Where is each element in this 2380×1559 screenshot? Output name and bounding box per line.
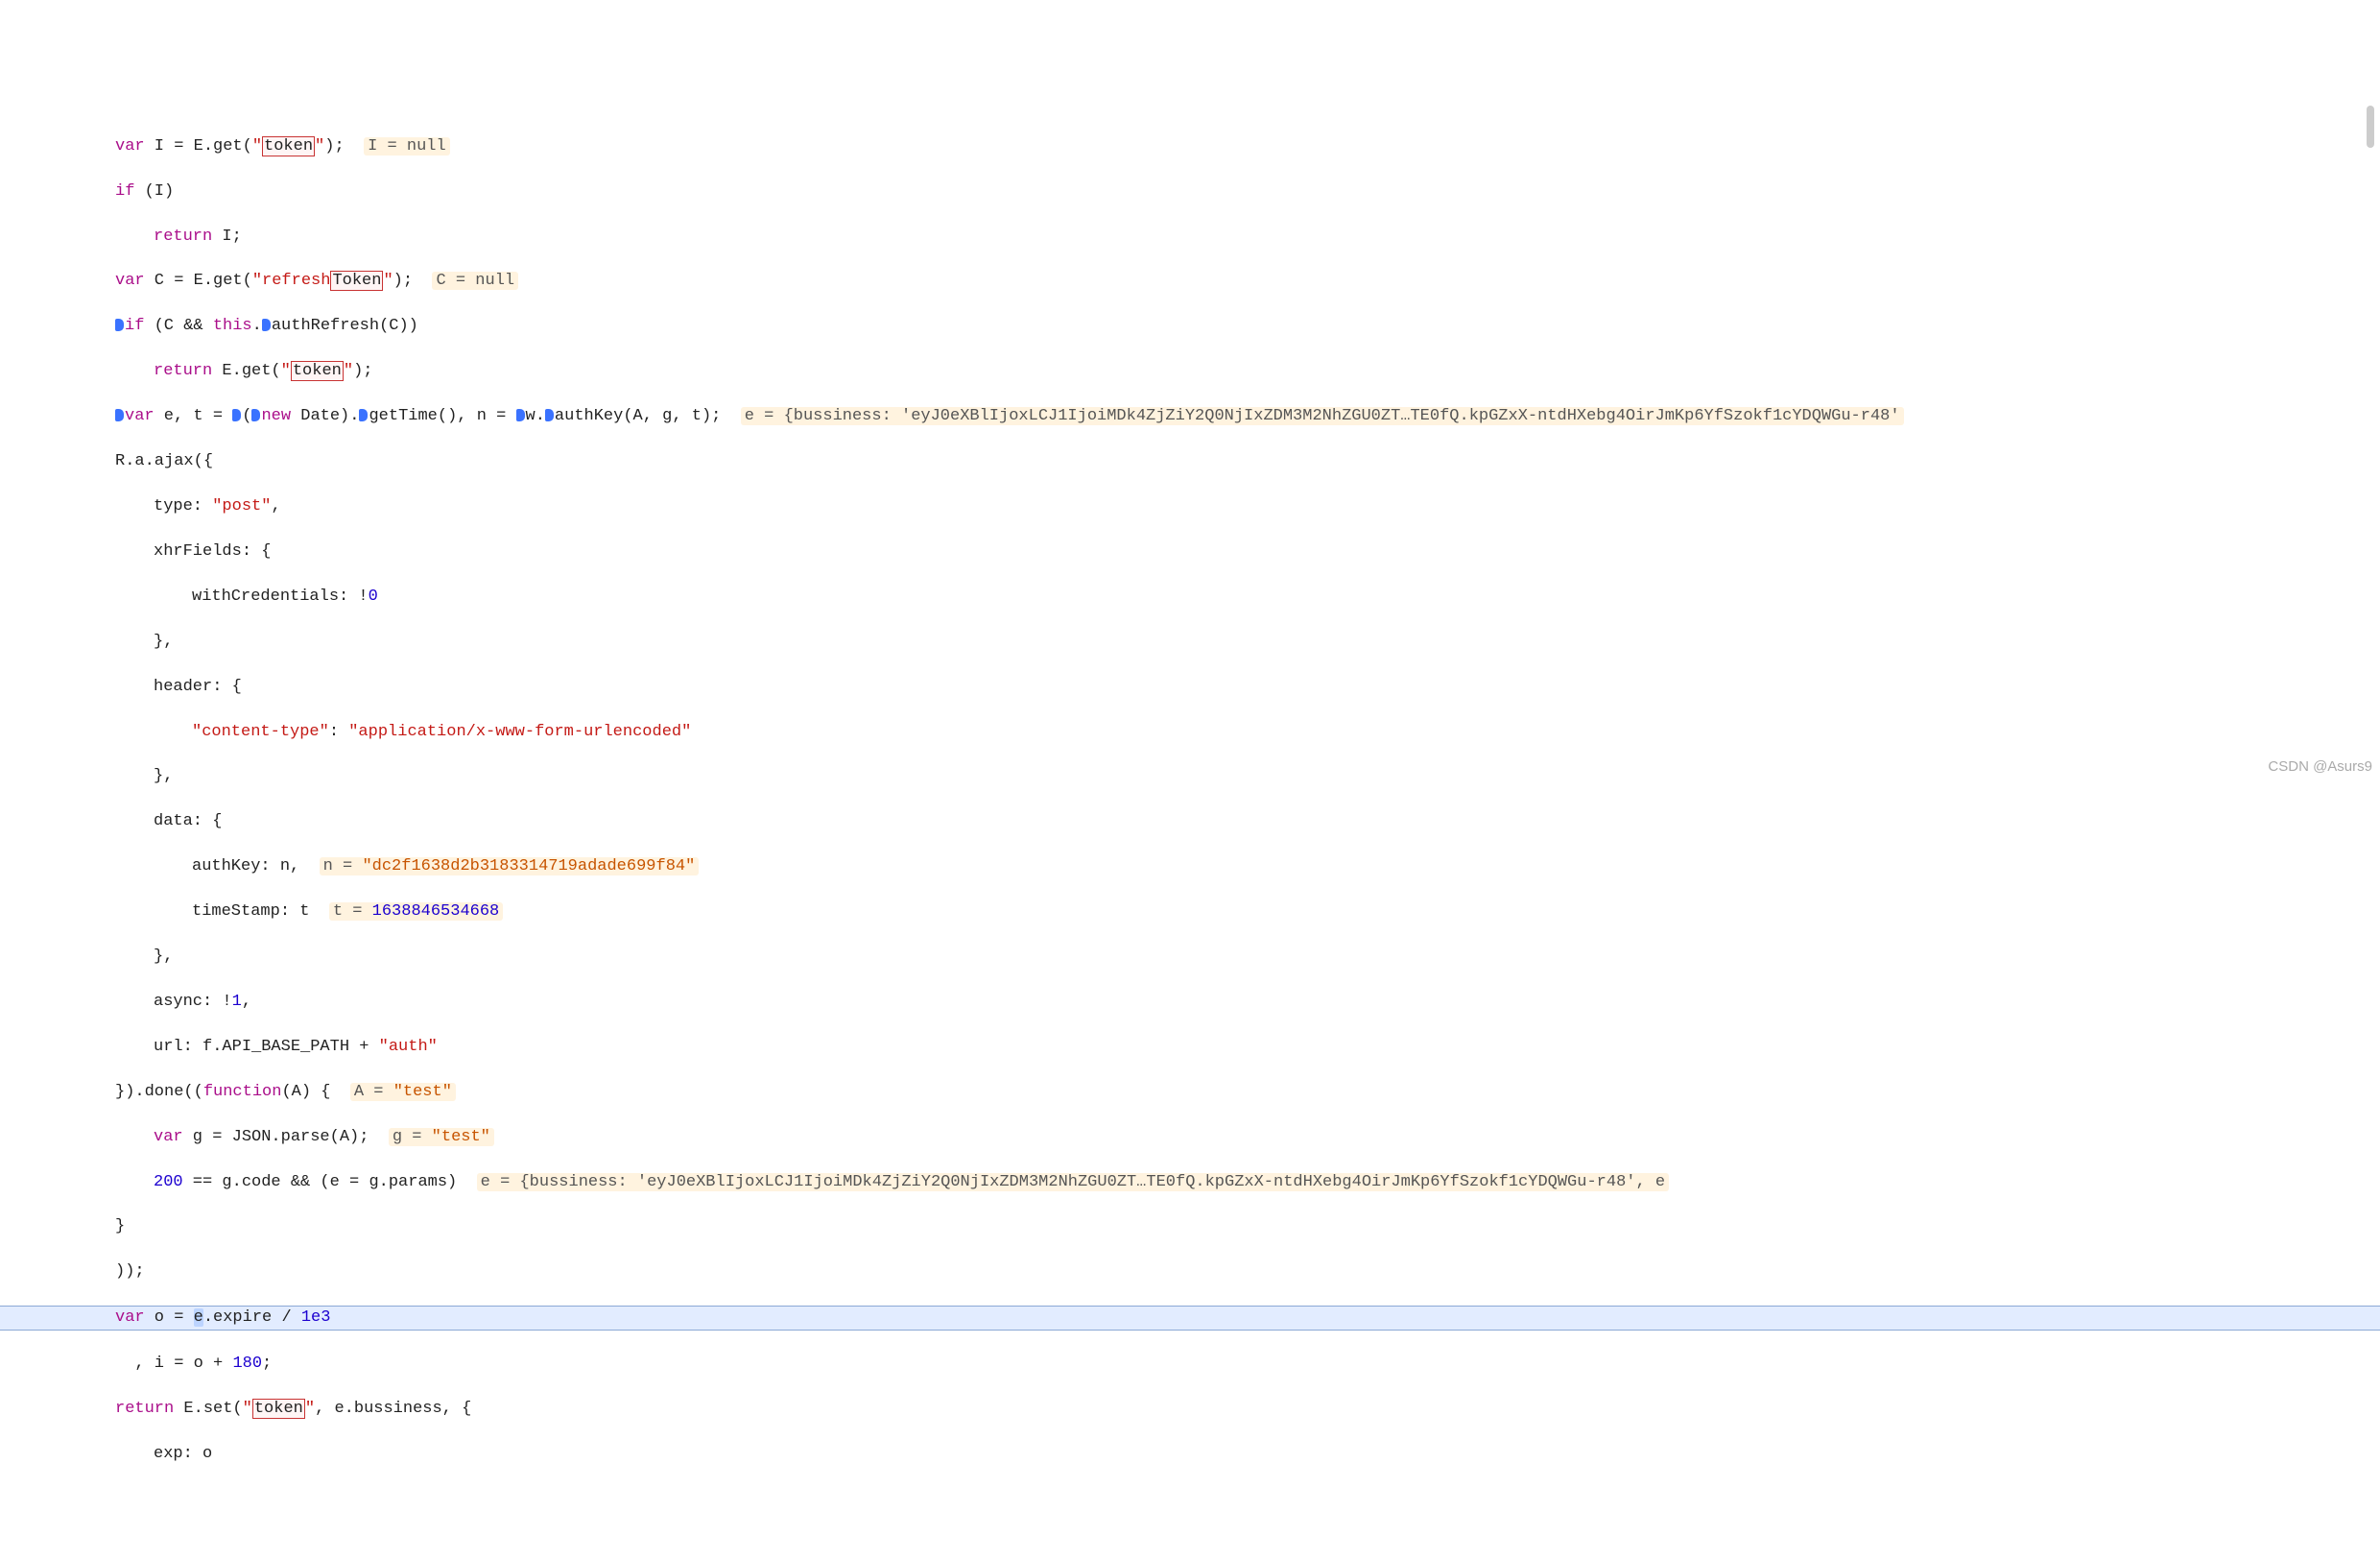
code-line: }, <box>10 946 2380 968</box>
code-line: header: { <box>10 676 2380 698</box>
inline-value: g = "test" <box>389 1128 494 1146</box>
inline-value: C = null <box>432 272 518 290</box>
code-line: var C = E.get("refreshToken"); C = null <box>10 270 2380 292</box>
step-marker-icon <box>545 409 554 421</box>
code-line: }).done((function(A) { A = "test" <box>10 1081 2380 1103</box>
step-marker-icon <box>262 319 271 331</box>
highlighted-token: e <box>194 1308 203 1327</box>
code-line: return E.set("token", e.bussiness, { <box>10 1398 2380 1420</box>
search-hit: token <box>262 136 315 156</box>
step-marker-icon <box>359 409 368 421</box>
code-line: R.a.ajax({ <box>10 450 2380 472</box>
code-line: } <box>10 1215 2380 1237</box>
code-line: return E.get("token"); <box>10 360 2380 382</box>
keyword: var <box>115 137 145 156</box>
inline-value: n = "dc2f1638d2b3183314719adade699f84" <box>320 857 700 875</box>
code-line: if (I) <box>10 180 2380 203</box>
code-line: data: { <box>10 810 2380 832</box>
step-marker-icon <box>251 409 260 421</box>
step-marker-icon <box>516 409 525 421</box>
inline-value: t = 1638846534668 <box>329 902 503 921</box>
breakpoint-icon[interactable] <box>115 319 124 331</box>
code-line: var e, t = (new Date).getTime(), n = w.a… <box>10 405 2380 427</box>
inline-value: e = {bussiness: 'eyJ0eXBlIjoxLCJ1IjoiMDk… <box>741 407 1904 425</box>
code-line: return I; <box>10 226 2380 248</box>
code-line: , i = o + 180; <box>10 1353 2380 1375</box>
scrollbar-thumb[interactable] <box>2367 106 2374 148</box>
code-line: }, <box>10 765 2380 787</box>
search-hit: Token <box>330 271 383 291</box>
breakpoint-icon[interactable] <box>115 409 124 421</box>
search-hit: token <box>291 361 344 381</box>
code-line: )); <box>10 1260 2380 1283</box>
code-line: exp: o <box>10 1443 2380 1465</box>
code-line: var I = E.get("token"); I = null <box>10 135 2380 157</box>
code-line: timeStamp: t t = 1638846534668 <box>10 900 2380 923</box>
code-line: 200 == g.code && (e = g.params) e = {bus… <box>10 1171 2380 1193</box>
code-line: if (C && this.authRefresh(C)) <box>10 315 2380 337</box>
code-line: withCredentials: !0 <box>10 586 2380 608</box>
inline-value: I = null <box>364 137 450 156</box>
code-line: url: f.API_BASE_PATH + "auth" <box>10 1036 2380 1058</box>
code-line: async: !1, <box>10 991 2380 1013</box>
code-line: }, <box>10 631 2380 653</box>
code-line: var g = JSON.parse(A); g = "test" <box>10 1126 2380 1148</box>
current-execution-line[interactable]: var o = e.expire / 1e3 <box>0 1306 2380 1330</box>
code-line: authKey: n, n = "dc2f1638d2b3183314719ad… <box>10 855 2380 877</box>
code-viewer: var I = E.get("token"); I = null if (I) … <box>0 112 2380 1488</box>
inline-value: e = {bussiness: 'eyJ0eXBlIjoxLCJ1IjoiMDk… <box>477 1173 1669 1191</box>
search-hit: token <box>252 1399 305 1419</box>
inline-value: A = "test" <box>350 1083 456 1101</box>
code-line: "content-type": "application/x-www-form-… <box>10 721 2380 743</box>
step-marker-icon <box>232 409 241 421</box>
watermark-text: CSDN @Asurs9 <box>2268 757 2372 778</box>
code-line: type: "post", <box>10 495 2380 517</box>
code-line: xhrFields: { <box>10 540 2380 563</box>
